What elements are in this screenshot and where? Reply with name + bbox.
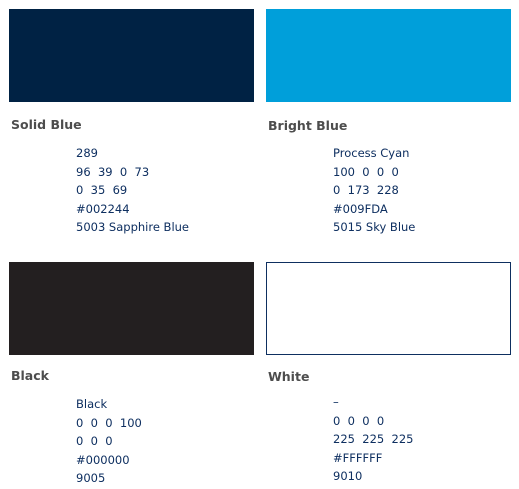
pantone-value: – [333,395,339,409]
color-name: Bright Blue [268,118,348,133]
pantone-value: Black [76,397,108,411]
color-swatch [266,9,511,102]
rgb-value: 0 35 69 [76,183,128,197]
color-name: Black [11,368,49,383]
cmyk-value: 96 39 0 73 [76,164,150,179]
ral-value: 9010 [333,469,363,483]
ral-value: 5003 Sapphire Blue [76,220,190,234]
color-specs: Process Cyan 100 0 0 0 0 173 228 #009FDA… [333,144,415,237]
color-card-bright-blue: Bright Blue Process Cyan 100 0 0 0 0 173… [266,9,511,239]
color-name: White [268,369,310,384]
ral-value: 9005 [76,471,106,485]
color-card-white: White – 0 0 0 0 225 225 225 #FFFFFF 9010 [266,262,511,487]
cmyk-value: 0 0 0 100 [76,415,142,430]
rgb-value: 225 225 225 [333,432,414,446]
hex-value: #002244 [76,201,130,216]
color-specs: 289 96 39 0 73 0 35 69 #002244 5003 Sapp… [76,144,189,237]
pantone-value: 289 [76,146,98,160]
ral-value: 5015 Sky Blue [333,220,416,234]
rgb-value: 0 173 228 [333,183,399,197]
color-name: Solid Blue [11,117,82,132]
pantone-value: Process Cyan [333,146,410,160]
color-swatch [9,9,254,102]
color-swatch [266,262,511,355]
cmyk-value: 0 0 0 0 [333,413,385,428]
hex-value: #000000 [76,452,130,467]
color-specs: – 0 0 0 0 225 225 225 #FFFFFF 9010 [333,393,413,486]
color-specs: Black 0 0 0 100 0 0 0 #000000 9005 [76,395,142,488]
cmyk-value: 100 0 0 0 [333,164,399,179]
color-card-black: Black Black 0 0 0 100 0 0 0 #000000 9005 [9,262,254,487]
hex-value: #FFFFFF [333,450,383,465]
color-card-solid-blue: Solid Blue 289 96 39 0 73 0 35 69 #00224… [9,9,254,239]
rgb-value: 0 0 0 [76,434,113,448]
color-swatch [9,262,254,355]
hex-value: #009FDA [333,201,388,216]
